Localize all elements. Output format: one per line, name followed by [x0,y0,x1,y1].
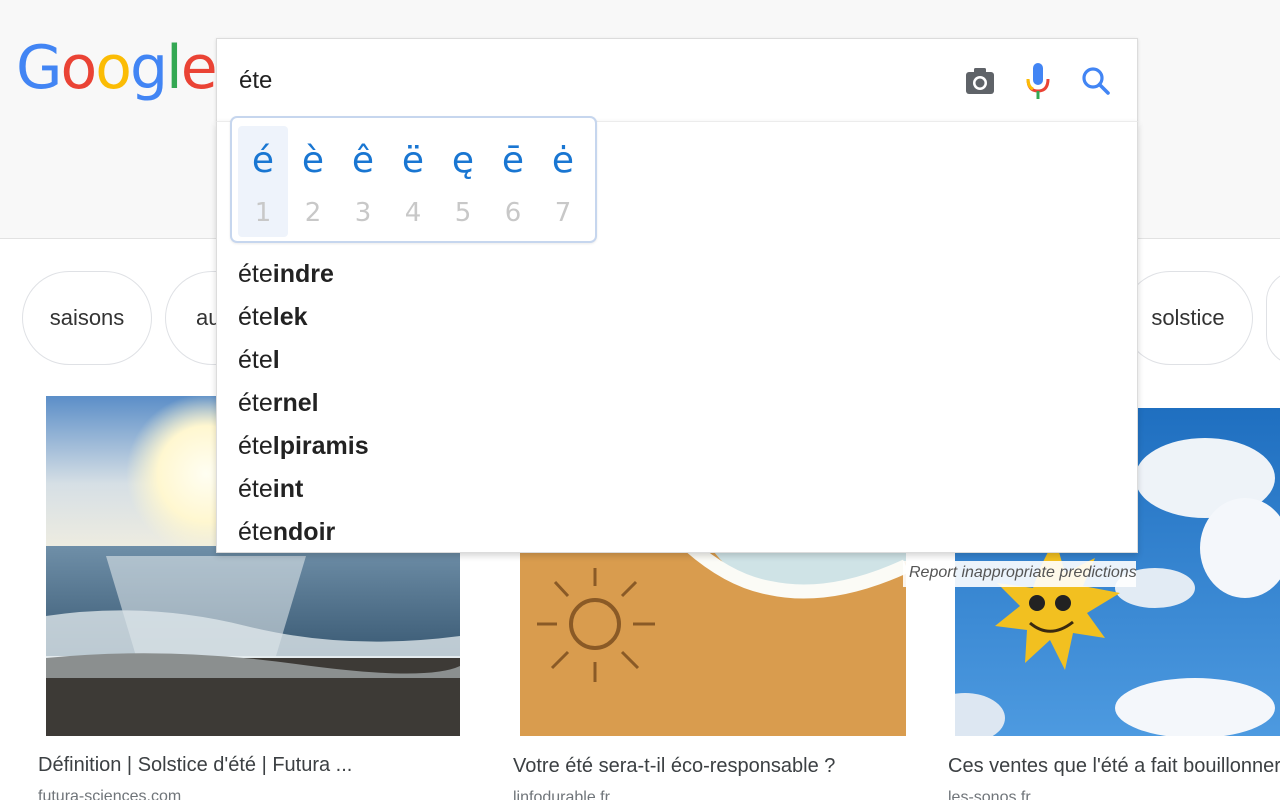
result-source: futura-sciences.com [38,788,182,800]
result-title[interactable]: Votre été sera-t-il éco-responsable ? [513,755,835,778]
suggestion-item[interactable]: étendoir [238,517,335,547]
search-icon[interactable] [1076,61,1116,101]
search-box [216,38,1138,122]
accent-char: ė [551,140,575,181]
accent-number: 7 [554,198,572,228]
accent-char: ë [401,140,425,181]
accent-char: ę [451,140,475,181]
accent-option-7[interactable]: ė 7 [538,126,588,237]
accent-number: 1 [254,198,272,228]
accent-number: 2 [304,198,322,228]
logo-letter: o [95,33,132,103]
suggestion-item[interactable]: éteint [238,474,303,504]
suggestion-item[interactable]: ételpiramis [238,431,369,461]
result-title[interactable]: Définition | Solstice d'été | Futura ... [38,754,352,777]
suggestion-item[interactable]: étel [238,345,280,375]
accent-char: ē [501,140,525,181]
logo-letter: g [129,33,168,103]
accent-option-6[interactable]: ē 6 [488,126,538,237]
microphone-icon[interactable] [1018,61,1058,101]
result-source: linfodurable.fr [513,789,610,800]
accent-char: é [251,140,275,181]
logo-letter: o [60,33,98,103]
logo-letter: e [180,33,218,103]
suggestion-item[interactable]: éteindre [238,259,334,289]
chip-solstice[interactable]: solstice [1123,271,1253,365]
suggestion-item[interactable]: ételek [238,302,308,332]
google-logo[interactable]: Google [16,33,218,103]
accent-picker-popup: é 1 è 2 ê 3 ë 4 ę 5 ē 6 ė 7 [230,116,597,243]
result-source: les-sonos.fr [948,789,1031,800]
result-title[interactable]: Ces ventes que l'été a fait bouillonner … [948,755,1280,778]
accent-number: 5 [454,198,472,228]
chip-saisons[interactable]: saisons [22,271,152,365]
accent-number: 3 [354,198,372,228]
accent-option-3[interactable]: ê 3 [338,126,388,237]
accent-number: 4 [404,198,422,228]
search-input[interactable] [239,65,839,97]
chip-partial[interactable] [1266,271,1280,365]
camera-icon[interactable] [960,61,1000,101]
accent-option-4[interactable]: ë 4 [388,126,438,237]
accent-option-1[interactable]: é 1 [238,126,288,237]
accent-option-5[interactable]: ę 5 [438,126,488,237]
accent-number: 6 [504,198,522,228]
suggestion-item[interactable]: éternel [238,388,319,418]
logo-letter: G [16,33,62,103]
report-predictions-link[interactable]: Report inappropriate predictions [903,561,1137,587]
logo-letter: l [166,33,183,103]
accent-char: è [301,140,325,181]
accent-char: ê [351,140,375,181]
accent-option-2[interactable]: è 2 [288,126,338,237]
